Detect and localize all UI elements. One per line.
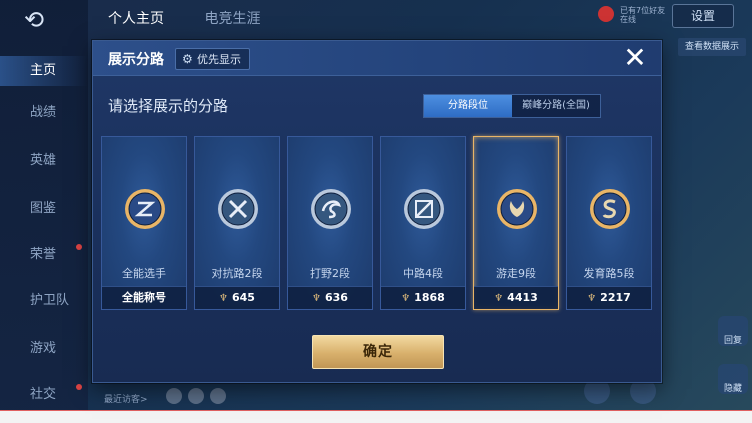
tab-esports-career[interactable]: 电竞生涯: [204, 8, 260, 28]
jungle-badge-icon: [309, 187, 353, 231]
segment-toggle: 分路段位 巅峰分路(全国): [423, 94, 601, 118]
sidebar-item[interactable]: 图鉴: [0, 194, 88, 224]
dialog-title: 展示分路: [108, 52, 164, 68]
settings-button[interactable]: 设置: [672, 4, 734, 28]
farm-lane-badge-icon: [588, 187, 632, 231]
hero-power-score: 2217: [600, 291, 631, 304]
confirm-button[interactable]: 确定: [312, 335, 444, 369]
lane-card[interactable]: 游走9段 ♆ 4413: [473, 136, 559, 310]
sidebar: ⟲ 主页战绩英雄图鉴荣誉护卫队游戏社交: [0, 0, 88, 423]
hide-label: 隐藏: [723, 384, 742, 394]
lane-card-footer: ♆ 4413: [474, 286, 558, 309]
segment-peak-lane-national[interactable]: 巅峰分路(全国): [512, 95, 600, 117]
lane-card-footer: ♆ 636: [288, 286, 372, 309]
priority-display-button[interactable]: ⚙ 优先显示: [175, 48, 250, 70]
sidebar-item[interactable]: 护卫队: [0, 286, 88, 316]
lane-card[interactable]: 发育路5段 ♆ 2217: [566, 136, 652, 310]
hero-power-score: 645: [232, 291, 255, 304]
lane-card[interactable]: 中路4段 ♆ 1868: [380, 136, 466, 310]
back-arrow-icon[interactable]: ⟲: [24, 8, 64, 32]
avatar[interactable]: [188, 388, 204, 404]
all-round-badge-icon: [123, 187, 167, 231]
lane-card-footer: ♆ 2217: [567, 286, 651, 309]
lane-rank-label: 发育路5段: [583, 267, 635, 280]
lane-rank-label: 中路4段: [403, 267, 443, 280]
priority-display-label: 优先显示: [197, 53, 241, 66]
clash-lane-badge-icon: [216, 187, 260, 231]
avatar[interactable]: [166, 388, 182, 404]
lane-rank-label: 全能选手: [122, 267, 166, 280]
gear-icon: ⚙: [182, 52, 193, 66]
lane-card[interactable]: 对抗路2段 ♆ 645: [194, 136, 280, 310]
recent-visitors-link[interactable]: 最近访客>: [104, 392, 148, 405]
view-data-display-button[interactable]: 查看数据展示: [678, 38, 746, 56]
power-icon: ♆: [312, 293, 321, 304]
lane-card-footer: 全能称号: [102, 286, 186, 309]
lane-card-footer: ♆ 1868: [381, 286, 465, 309]
lane-rank-label: 打野2段: [310, 267, 350, 280]
mid-lane-badge-icon: [402, 187, 446, 231]
lane-rank-label: 对抗路2段: [211, 267, 263, 280]
roam-badge-icon: [495, 187, 539, 231]
sidebar-item[interactable]: 游戏: [0, 334, 88, 364]
sidebar-item[interactable]: 英雄: [0, 146, 88, 176]
lane-card-list: 全能选手 全能称号 对抗路2段 ♆ 645 打野2段 ♆ 636 中路4段 ♆ 1868 游走9段 ♆ 4…: [101, 136, 653, 310]
friend-status: 已有7位好友 在线: [620, 6, 665, 24]
hero-power-score: 4413: [507, 291, 538, 304]
bottom-strip: [0, 410, 752, 423]
display-lane-dialog: 展示分路 ⚙ 优先显示 ✕ 请选择展示的分路 分路段位 巅峰分路(全国) 全能选手…: [92, 40, 662, 383]
hide-icon[interactable]: 隐藏: [718, 364, 748, 394]
lane-card-footer: ♆ 645: [195, 286, 279, 309]
top-tabs: 个人主页 电竞生涯: [108, 8, 296, 28]
close-icon[interactable]: ✕: [621, 44, 649, 72]
tab-personal-home[interactable]: 个人主页: [108, 8, 164, 28]
lane-rank-label: 游走9段: [496, 267, 536, 280]
friend-status-line2: 在线: [620, 15, 636, 24]
avatar[interactable]: [210, 388, 226, 404]
friend-status-line1: 已有7位好友: [620, 6, 666, 15]
hero-power-score: 636: [325, 291, 348, 304]
power-icon: ♆: [587, 293, 597, 304]
sidebar-item[interactable]: 主页: [0, 56, 88, 86]
power-icon: ♆: [401, 293, 411, 304]
dialog-header: 展示分路 ⚙ 优先显示 ✕: [93, 41, 661, 76]
sidebar-item[interactable]: 战绩: [0, 98, 88, 128]
lane-card[interactable]: 全能选手 全能称号: [101, 136, 187, 310]
lane-card[interactable]: 打野2段 ♆ 636: [287, 136, 373, 310]
red-dot-badge: [76, 384, 82, 390]
reply-icon[interactable]: 回复: [718, 316, 748, 346]
notification-badge: [598, 6, 614, 22]
all-round-title: 全能称号: [122, 291, 166, 304]
sidebar-item[interactable]: 荣誉: [0, 240, 88, 270]
hero-power-score: 1868: [414, 291, 445, 304]
reply-label: 回复: [723, 336, 742, 346]
power-icon: ♆: [494, 293, 504, 304]
power-icon: ♆: [219, 293, 228, 304]
segment-lane-rank[interactable]: 分路段位: [424, 95, 512, 117]
sidebar-item[interactable]: 社交: [0, 380, 88, 410]
dialog-subtitle: 请选择展示的分路: [108, 97, 229, 115]
red-dot-badge: [76, 244, 82, 250]
